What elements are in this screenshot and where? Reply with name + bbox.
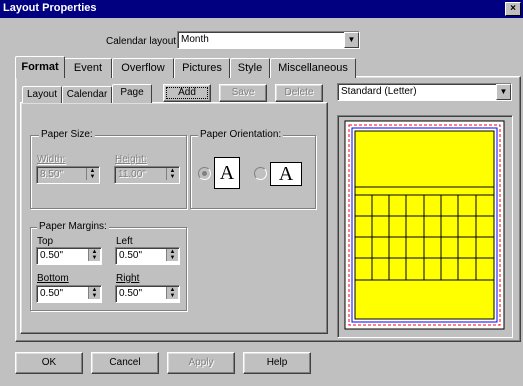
down-arrow-icon[interactable]: ▼ [167,255,178,261]
paper-margins-label: Paper Margins: [37,221,109,232]
height-value: 11.00" [118,169,146,180]
paper-type-select[interactable]: Standard (Letter) ▼ [337,83,512,101]
left-margin-field[interactable]: 0.50" ▲ ▼ [115,247,180,265]
preview-calendar-layout [354,130,495,320]
portrait-radio[interactable] [198,167,211,180]
add-button[interactable]: Add [163,84,211,102]
paper-type-value: Standard (Letter) [341,86,417,97]
height-spinner[interactable]: ▲ ▼ [166,168,178,180]
tab-event[interactable]: Event [64,58,112,78]
close-icon: × [510,3,516,14]
width-spinner[interactable]: ▲ ▼ [86,168,98,180]
close-button[interactable]: × [505,2,521,16]
landscape-page-icon: A [270,162,302,186]
down-arrow-icon[interactable]: ▼ [89,255,100,261]
down-arrow-icon[interactable]: ▼ [87,174,98,180]
bottom-margin-spinner[interactable]: ▲ ▼ [88,287,100,299]
portrait-page-icon: A [214,157,240,189]
page-preview-frame [337,115,513,338]
left-label: Left [116,236,133,247]
delete-button[interactable]: Delete [275,84,323,102]
subtab-layout[interactable]: Layout [22,86,62,103]
width-label: Width: [37,154,66,165]
tab-overflow[interactable]: Overflow [112,58,174,78]
chevron-down-icon[interactable]: ▼ [496,84,511,100]
left-margin-value: 0.50" [119,250,143,261]
down-arrow-icon[interactable]: ▼ [167,293,178,299]
subtab-page[interactable]: Page [112,84,152,103]
height-field[interactable]: 11.00" ▲ ▼ [114,166,180,184]
radio-selected-icon [202,171,207,176]
tab-miscellaneous[interactable]: Miscellaneous [270,58,356,78]
paper-orientation-label: Paper Orientation: [198,129,284,140]
top-margin-value: 0.50" [40,250,64,261]
title-bar: Layout Properties × [0,0,523,18]
calendar-layout-select[interactable]: Month ▼ [177,31,360,49]
chevron-down-icon[interactable]: ▼ [344,32,359,48]
top-margin-field[interactable]: 0.50" ▲ ▼ [36,247,102,265]
paper-size-label: Paper Size: [39,129,95,140]
right-margin-spinner[interactable]: ▲ ▼ [166,287,178,299]
page-preview [344,120,505,330]
ok-button[interactable]: OK [15,352,83,374]
bottom-margin-field[interactable]: 0.50" ▲ ▼ [36,285,102,303]
calendar-layout-value: Month [181,34,209,45]
tab-pictures[interactable]: Pictures [174,58,230,78]
right-label: Right [116,273,140,284]
bottom-label: Bottom [37,273,69,284]
tab-style[interactable]: Style [230,58,270,78]
cancel-button[interactable]: Cancel [91,352,159,374]
help-button[interactable]: Help [243,352,311,374]
down-arrow-icon[interactable]: ▼ [89,293,100,299]
right-margin-field[interactable]: 0.50" ▲ ▼ [115,285,180,303]
bottom-margin-value: 0.50" [40,288,64,299]
top-label: Top [37,236,54,247]
save-button[interactable]: Save [219,84,267,102]
height-label: Height: [115,154,147,165]
landscape-radio[interactable] [254,167,267,180]
top-margin-spinner[interactable]: ▲ ▼ [88,249,100,261]
down-arrow-icon[interactable]: ▼ [167,174,178,180]
width-field[interactable]: 8.50" ▲ ▼ [36,166,100,184]
window-title: Layout Properties [3,2,97,14]
tab-format[interactable]: Format [15,56,65,78]
width-value: 8.50" [40,169,64,180]
apply-button[interactable]: Apply [167,352,235,374]
left-margin-spinner[interactable]: ▲ ▼ [166,249,178,261]
calendar-layout-label: Calendar layout [106,36,177,47]
right-margin-value: 0.50" [119,288,143,299]
subtab-calendar[interactable]: Calendar [62,86,112,103]
